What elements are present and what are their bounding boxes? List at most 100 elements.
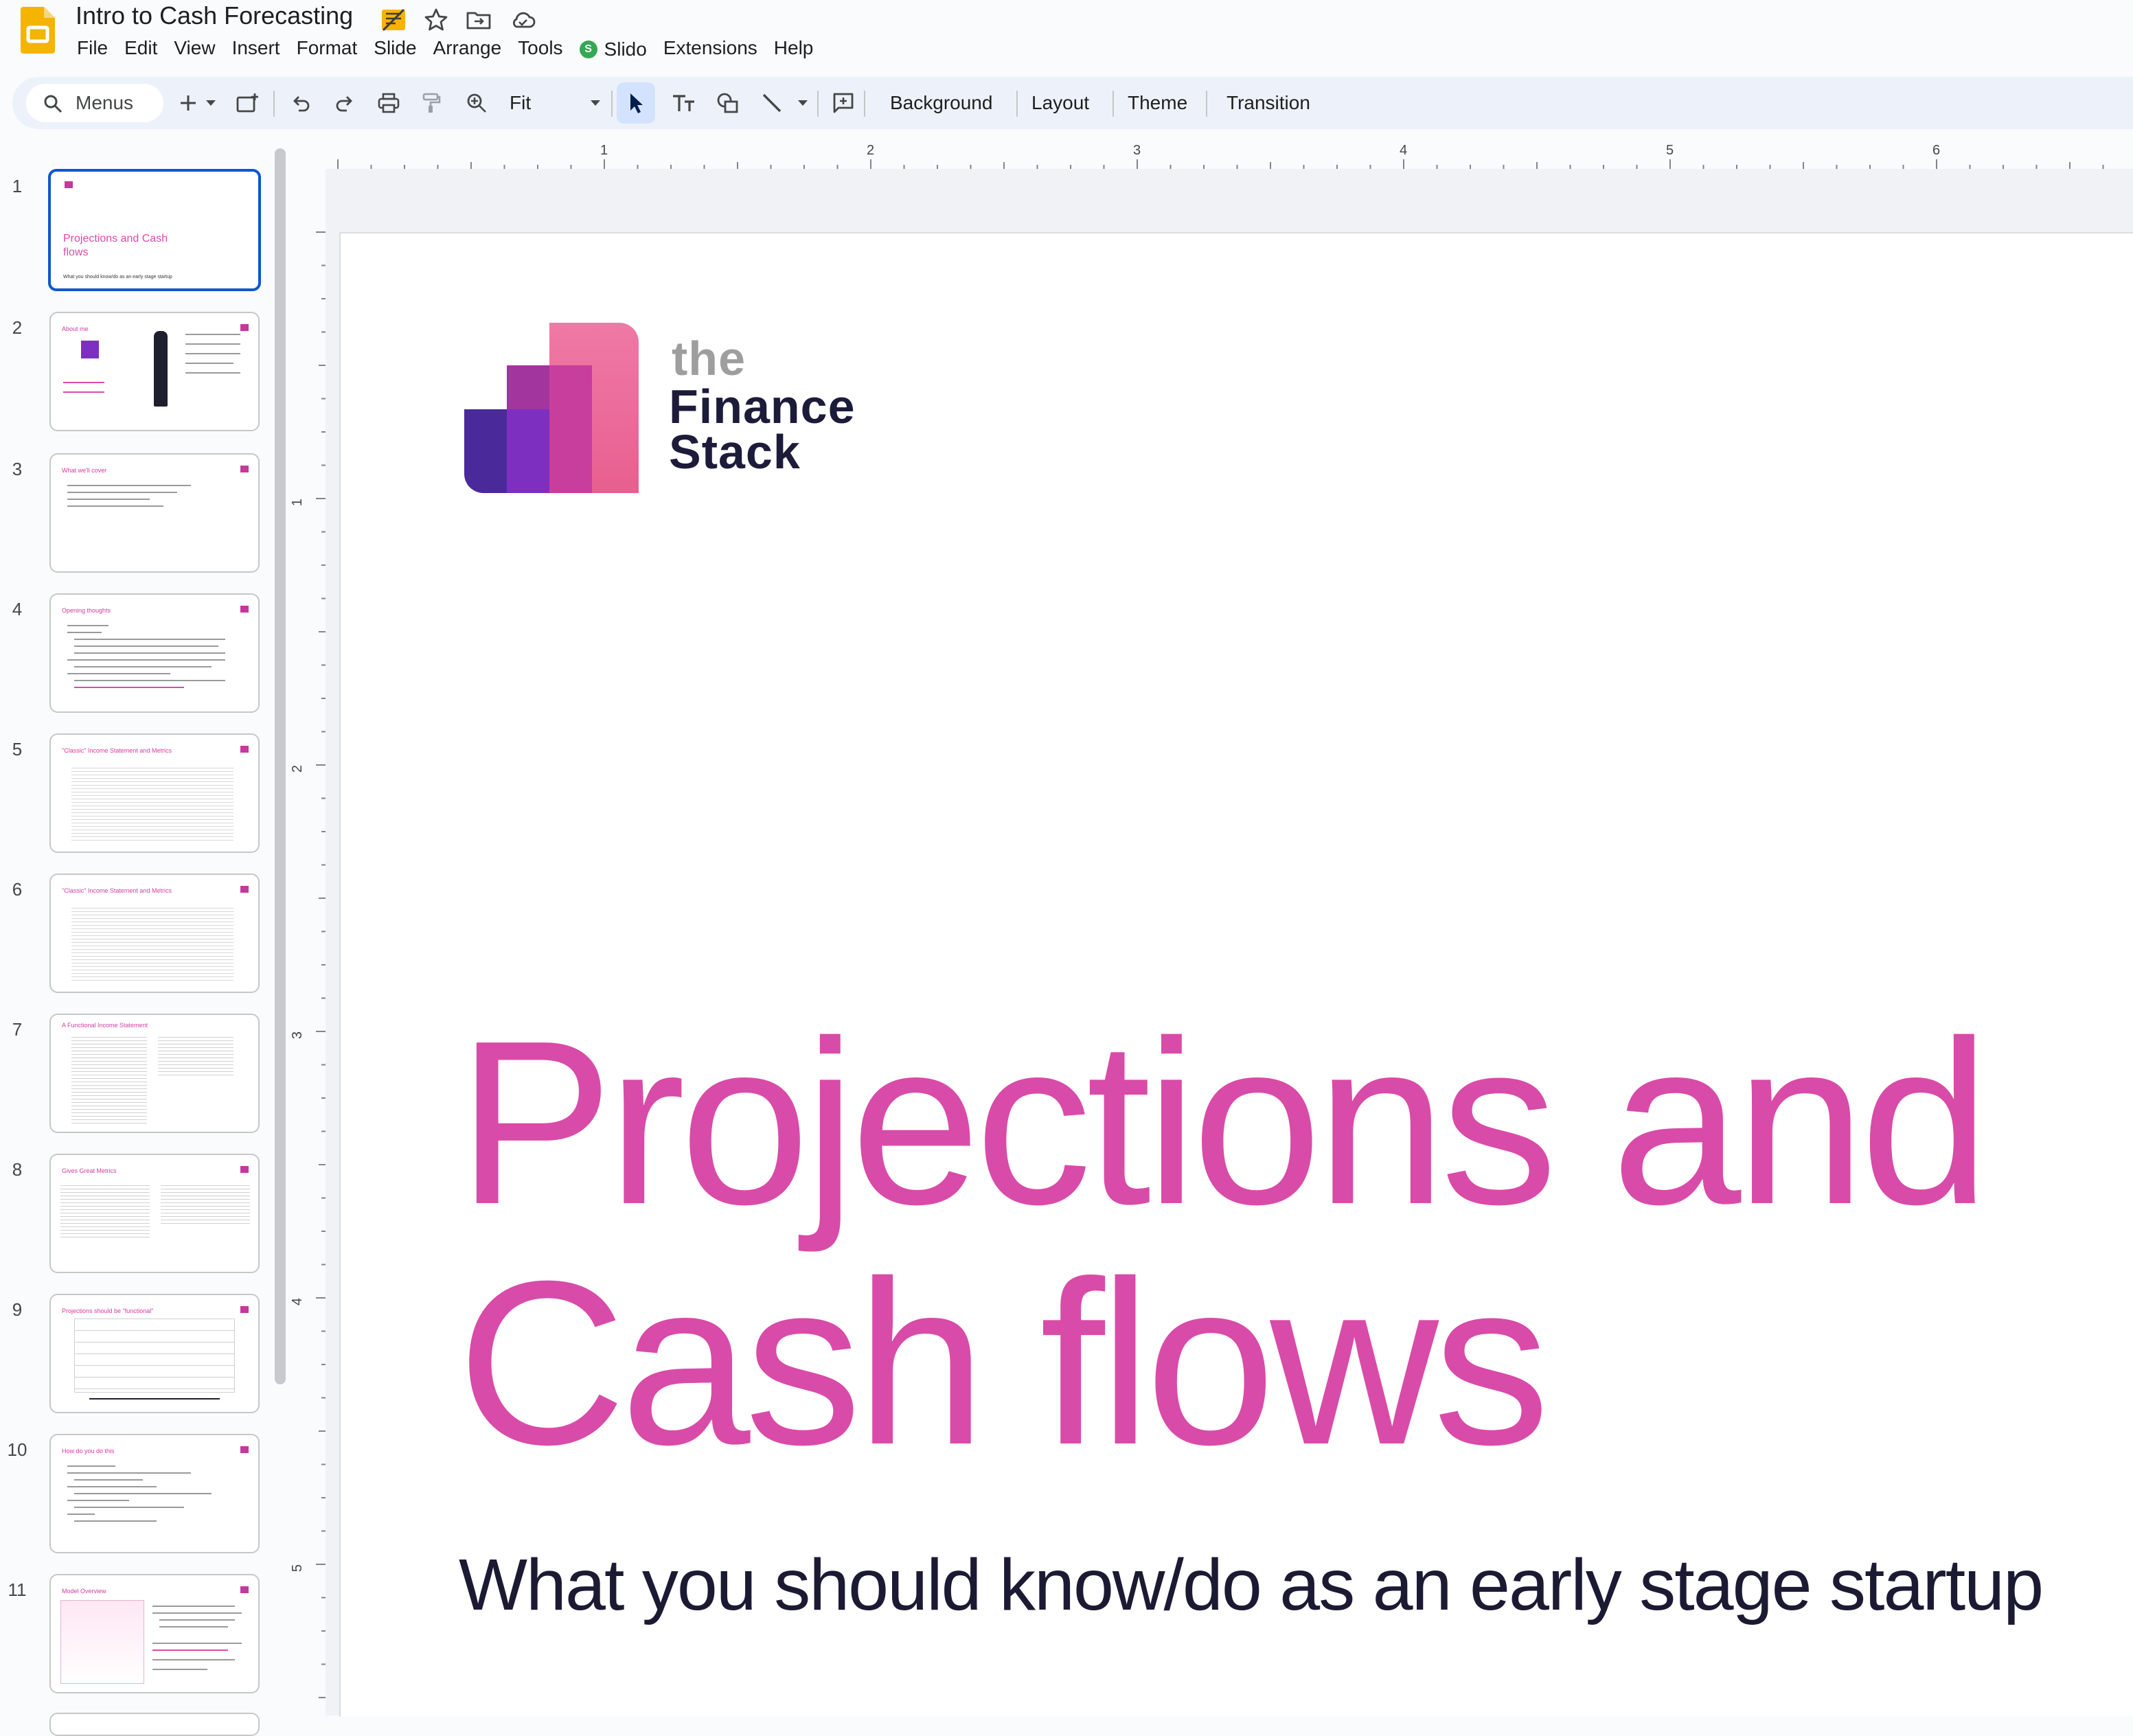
menu-edit[interactable]: Edit	[124, 36, 157, 63]
thumbnail-title: How do you do this	[62, 1448, 115, 1454]
thumbnail-title: Model Overview	[62, 1588, 106, 1595]
menu-slido-label: Slido	[604, 38, 647, 60]
ruler-mark: 4	[290, 1297, 306, 1306]
filmstrip-slide-10[interactable]: 10 How do you do this	[0, 1434, 275, 1557]
toolbar-divider	[273, 91, 275, 117]
slide-number: 3	[12, 459, 23, 479]
slide-subtitle[interactable]: What you should know/do as an early stag…	[459, 1544, 2044, 1627]
no-slide-sync-icon[interactable]	[379, 5, 408, 34]
menu-bar: File Edit View Insert Format Slide Arran…	[77, 36, 830, 63]
new-slide-dropdown[interactable]	[202, 89, 220, 117]
search-menus-button[interactable]: Menus	[26, 84, 163, 122]
filmstrip-slide-5[interactable]: 5 "Classic" Income Statement and Metrics	[0, 733, 275, 857]
thumbnail-table-right	[158, 1034, 233, 1075]
line-dropdown[interactable]	[794, 89, 812, 117]
print-button[interactable]	[375, 89, 402, 117]
slide-number: 7	[12, 1019, 23, 1040]
transition-button[interactable]: Transition	[1227, 89, 1310, 117]
slide-number: 11	[8, 1579, 27, 1600]
slide-thumbnail[interactable]: What we'll cover	[49, 453, 260, 573]
undo-button[interactable]	[287, 89, 315, 117]
move-to-folder-icon[interactable]	[464, 5, 493, 34]
theme-button[interactable]: Theme	[1128, 89, 1187, 117]
filmstrip-slide-2[interactable]: 2 About me	[0, 312, 275, 435]
slide-thumbnail[interactable]: Model Overview	[49, 1574, 260, 1693]
caret-down-icon	[591, 100, 600, 106]
ruler-mark: 3	[1133, 143, 1141, 158]
new-slide-button[interactable]	[174, 89, 202, 117]
slide-thumbnail[interactable]	[49, 1713, 260, 1736]
vertical-ruler[interactable]	[302, 169, 326, 1715]
slides-logo-icon[interactable]	[21, 7, 55, 54]
slide-number: 2	[12, 317, 23, 338]
shape-button[interactable]	[714, 89, 742, 117]
menu-slide[interactable]: Slide	[374, 36, 416, 63]
redo-icon	[336, 96, 352, 112]
slide-number: 6	[12, 879, 23, 900]
filmstrip-scrollbar[interactable]	[275, 148, 286, 1384]
slide-thumbnail[interactable]: Projections and Cash flows What you shou…	[48, 169, 261, 291]
filmstrip-slide-7[interactable]: 7 A Functional Income Statement	[0, 1014, 275, 1137]
menu-file[interactable]: File	[77, 36, 108, 63]
filmstrip-slide-12-partial[interactable]	[0, 1713, 275, 1736]
toolbar-divider	[1016, 91, 1018, 117]
paint-format-button[interactable]	[418, 89, 445, 117]
ruler-mark: 5	[1666, 143, 1674, 158]
slide-thumbnail[interactable]: "Classic" Income Statement and Metrics	[49, 733, 260, 853]
line-button[interactable]	[758, 89, 786, 117]
layout-button[interactable]: Layout	[1031, 89, 1089, 117]
menu-insert[interactable]: Insert	[232, 36, 280, 63]
slide-thumbnail[interactable]: Gives Great Metrics	[49, 1154, 260, 1273]
slide-add-icon	[236, 93, 258, 113]
zoom-level-select[interactable]: Fit	[510, 89, 531, 117]
slide-thumbnail[interactable]: "Classic" Income Statement and Metrics	[49, 873, 260, 993]
cloud-saved-icon[interactable]	[508, 5, 537, 34]
new-slide-with-layout-button[interactable]	[233, 89, 261, 117]
menu-slido[interactable]: S Slido	[579, 36, 647, 63]
slide-thumbnail[interactable]: How do you do this	[49, 1434, 260, 1553]
menu-extensions[interactable]: Extensions	[663, 36, 757, 63]
slide-title-line-2: Cash flows	[457, 1233, 1550, 1494]
undo-icon	[293, 96, 310, 112]
menu-format[interactable]: Format	[297, 36, 358, 63]
filmstrip-slide-3[interactable]: 3 What we'll cover	[0, 453, 275, 577]
slide-canvas[interactable]: the Finance Stack Projections and Cash f…	[339, 232, 2133, 1717]
add-comment-button[interactable]	[830, 89, 857, 117]
thumbnail-table	[71, 765, 233, 841]
filmstrip-slide-8[interactable]: 8 Gives Great Metrics	[0, 1154, 275, 1277]
thumbnail-logo	[65, 181, 73, 188]
ruler-mark: 1	[290, 498, 306, 507]
thumbnail-title: A Functional Income Statement	[62, 1022, 148, 1029]
menu-tools[interactable]: Tools	[518, 36, 562, 63]
slide-title[interactable]: Projections and Cash flows	[457, 1003, 2037, 1483]
logo-text-the: the	[672, 332, 746, 385]
filmstrip-slide-1[interactable]: 1 Projections and Cash flows What you sh…	[0, 169, 275, 294]
menu-arrange[interactable]: Arrange	[433, 36, 502, 63]
filmstrip-slide-9[interactable]: 9 Projections should be "functional"	[0, 1294, 275, 1417]
star-icon[interactable]	[422, 5, 450, 34]
slide-thumbnail[interactable]: Opening thoughts	[49, 593, 260, 713]
thumbnail-table-left	[71, 1034, 147, 1123]
text-box-button[interactable]	[670, 89, 698, 117]
slido-icon: S	[579, 41, 597, 58]
finance-stack-logo-icon[interactable]	[464, 323, 640, 494]
slide-thumbnail[interactable]: Projections should be "functional"	[49, 1294, 260, 1413]
slide-thumbnail[interactable]: A Functional Income Statement	[49, 1014, 260, 1133]
menu-view[interactable]: View	[174, 36, 215, 63]
horizontal-ruler[interactable]	[317, 146, 2133, 169]
slide-thumbnail[interactable]: About me	[49, 312, 260, 431]
slide-filmstrip[interactable]: 1 Projections and Cash flows What you sh…	[0, 144, 288, 1736]
menu-help[interactable]: Help	[774, 36, 814, 63]
slide-number: 10	[7, 1439, 27, 1460]
thumbnail-logo	[240, 606, 249, 613]
filmstrip-slide-11[interactable]: 11 Model Overview	[0, 1574, 275, 1698]
select-tool-button[interactable]	[617, 82, 655, 124]
thumbnail-title: What we'll cover	[62, 467, 107, 474]
background-button[interactable]: Background	[890, 89, 992, 117]
zoom-button[interactable]	[463, 89, 490, 117]
document-title[interactable]: Intro to Cash Forecasting	[76, 1, 353, 30]
filmstrip-slide-4[interactable]: 4 Opening thoughts	[0, 593, 275, 717]
filmstrip-slide-6[interactable]: 6 "Classic" Income Statement and Metrics	[0, 873, 275, 997]
redo-button[interactable]	[331, 89, 358, 117]
zoom-dropdown[interactable]	[586, 89, 604, 117]
